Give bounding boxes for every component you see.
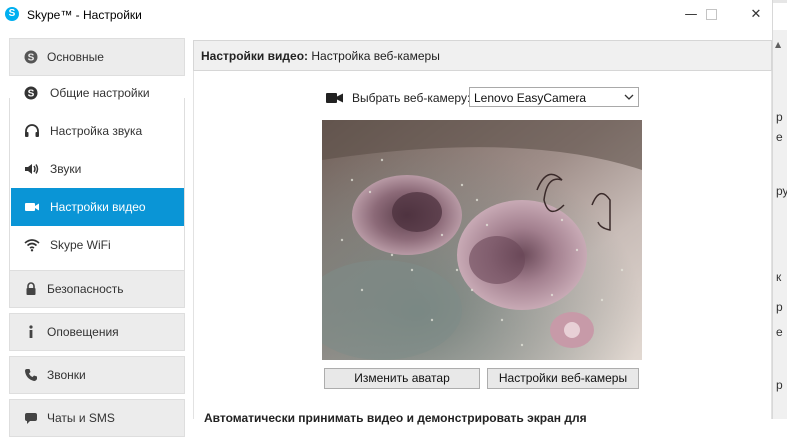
- camera-select-dropdown[interactable]: Lenovo EasyCamera: [469, 87, 639, 107]
- video-camera-icon: [25, 203, 39, 211]
- sidebar-item-video-settings[interactable]: Настройки видео: [11, 188, 184, 226]
- title-bar[interactable]: S Skype™ - Настройки — ✕: [0, 0, 772, 30]
- sidebar-group-label: Основные: [47, 50, 104, 64]
- panel-header: Настройки видео: Настройка веб-камеры: [193, 40, 772, 71]
- speaker-icon: [25, 164, 39, 174]
- sidebar-group-notifications[interactable]: Оповещения: [9, 313, 185, 351]
- sidebar-item-label: Звуки: [50, 162, 82, 176]
- background-scrollbar: ▲: [773, 30, 787, 419]
- camera-select-label: Выбрать веб-камеру:: [352, 91, 471, 105]
- sidebar-group-security[interactable]: Безопасность: [9, 270, 185, 308]
- sidebar-item-sounds[interactable]: Звуки: [11, 150, 184, 188]
- sidebar-item-label: Skype WiFi: [50, 238, 111, 252]
- background-text: е: [776, 325, 783, 339]
- sidebar-group-label: Чаты и SMS: [47, 411, 115, 425]
- scroll-up-arrow-icon: ▲: [775, 40, 782, 49]
- background-text: ру: [776, 184, 787, 198]
- skype-app-icon: S: [5, 7, 19, 21]
- phone-icon: [25, 369, 37, 381]
- panel-header-title: Настройки видео:: [201, 49, 309, 63]
- sidebar-group-label: Безопасность: [47, 282, 124, 296]
- sidebar-item-skype-wifi[interactable]: Skype WiFi: [11, 226, 184, 264]
- maximize-icon: [705, 9, 717, 20]
- chevron-down-icon: [624, 94, 634, 100]
- webcam-settings-button[interactable]: Настройки веб-камеры: [487, 368, 639, 389]
- sidebar-item-label: Общие настройки: [50, 86, 150, 100]
- skype-icon: S: [24, 86, 38, 100]
- panel-header-subtitle: Настройка веб-камеры: [308, 49, 440, 63]
- window-title: Skype™ - Настройки: [27, 8, 142, 22]
- sidebar-item-general-settings[interactable]: S Общие настройки: [11, 74, 184, 112]
- svg-text:S: S: [28, 53, 35, 64]
- headset-icon: [25, 124, 39, 137]
- settings-content: Настройки видео: Настройка веб-камеры Вы…: [190, 30, 772, 425]
- maximize-button[interactable]: [696, 4, 726, 26]
- svg-text:S: S: [28, 89, 35, 100]
- background-text: е: [776, 130, 783, 144]
- sidebar-group-general[interactable]: S Основные: [9, 38, 185, 76]
- change-avatar-button[interactable]: Изменить аватар: [324, 368, 480, 389]
- skype-icon: S: [24, 50, 38, 64]
- background-text: р: [776, 378, 783, 392]
- sidebar-group-label: Оповещения: [47, 325, 119, 339]
- background-text: р: [776, 110, 783, 124]
- settings-window: S Skype™ - Настройки — ✕ S Основные S Об…: [0, 0, 773, 437]
- settings-sidebar: S Основные S Общие настройки Настройка з…: [0, 30, 190, 437]
- sidebar-item-audio-settings[interactable]: Настройка звука: [11, 112, 184, 150]
- sidebar-group-label: Звонки: [47, 368, 86, 382]
- info-icon: [29, 325, 33, 338]
- background-text: р: [776, 300, 783, 314]
- background-page-right: ▲: [772, 30, 787, 419]
- panel-header-text: Настройки видео: Настройка веб-камеры: [201, 49, 440, 63]
- sidebar-item-label: Настройки видео: [50, 200, 146, 214]
- auto-accept-video-label: Автоматически принимать видео и демонстр…: [204, 411, 587, 425]
- video-camera-icon: [326, 93, 343, 103]
- chat-icon: [25, 413, 37, 424]
- sidebar-group-calls[interactable]: Звонки: [9, 356, 185, 394]
- sidebar-group-chats[interactable]: Чаты и SMS: [9, 399, 185, 437]
- background-text: к: [776, 270, 782, 284]
- sidebar-item-label: Настройка звука: [50, 124, 143, 138]
- camera-select-value: Lenovo EasyCamera: [474, 91, 587, 105]
- wifi-icon: [24, 239, 40, 252]
- webcam-image: [322, 120, 642, 360]
- webcam-preview: [322, 120, 642, 360]
- lock-icon: [26, 282, 36, 295]
- close-button[interactable]: ✕: [741, 4, 771, 26]
